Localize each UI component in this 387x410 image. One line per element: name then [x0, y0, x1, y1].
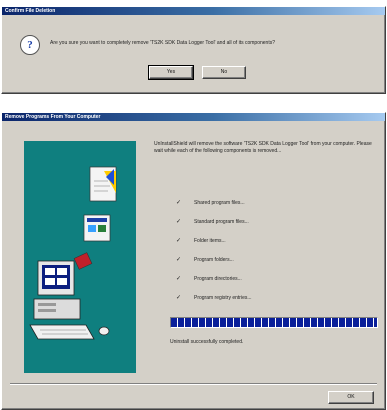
yes-button[interactable]: Yes	[148, 65, 194, 80]
confirm-message: Are you sure you want to completely remo…	[50, 40, 275, 46]
list-item: ✓ Shared program files...	[176, 193, 252, 212]
step-label: Program registry entries...	[194, 294, 252, 301]
divider	[10, 383, 377, 385]
no-button[interactable]: No	[202, 66, 246, 79]
step-label: Folder items...	[194, 237, 226, 244]
check-icon: ✓	[176, 238, 182, 244]
remove-programs-dialog: Remove Programs From Your Computer UnIns…	[1, 112, 386, 410]
remove-dialog-title: Remove Programs From Your Computer	[2, 113, 385, 121]
step-label: Program directories...	[194, 275, 242, 282]
question-icon: ?	[20, 35, 40, 55]
list-item: ✓ Program directories...	[176, 269, 252, 288]
uninstall-description: UnInstallShield will remove the software…	[154, 141, 372, 154]
uninstall-progress-bar	[170, 317, 378, 328]
check-icon: ✓	[176, 200, 182, 206]
window-document-icon	[83, 214, 111, 242]
check-icon: ✓	[176, 219, 182, 225]
ok-button[interactable]: OK	[328, 391, 374, 404]
red-component-icon	[73, 252, 93, 270]
list-item: ✓ Folder items...	[176, 231, 252, 250]
check-icon: ✓	[176, 276, 182, 282]
confirm-deletion-dialog: Confirm File Deletion ? Are you sure you…	[1, 6, 386, 94]
check-icon: ✓	[176, 257, 182, 263]
progress-fill	[171, 318, 377, 327]
document-icon	[89, 166, 117, 202]
list-item: ✓ Program registry entries...	[176, 288, 252, 307]
uninstall-illustration	[24, 141, 136, 373]
computer-icon	[29, 260, 110, 340]
step-label: Program folders...	[194, 256, 234, 263]
uninstall-steps-list: ✓ Shared program files... ✓ Standard progr…	[176, 193, 252, 307]
step-label: Standard program files...	[194, 218, 249, 225]
step-label: Shared program files...	[194, 199, 245, 206]
confirm-dialog-title: Confirm File Deletion	[2, 7, 385, 15]
list-item: ✓ Program folders...	[176, 250, 252, 269]
check-icon: ✓	[176, 295, 182, 301]
list-item: ✓ Standard program files...	[176, 212, 252, 231]
uninstall-status: Uninstall successfully completed.	[170, 339, 244, 345]
